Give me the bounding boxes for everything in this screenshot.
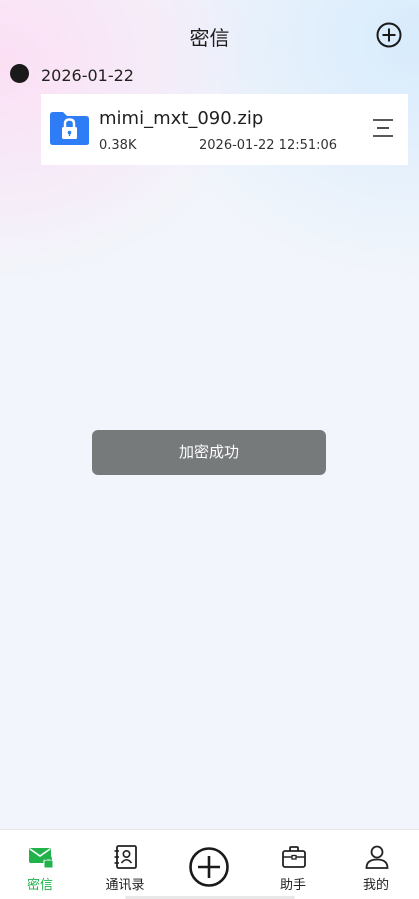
tab-me[interactable]: 我的	[341, 830, 411, 899]
tab-label: 通讯录	[105, 878, 145, 893]
bottom-tab-bar: 密信 通讯录 助手 我的	[0, 829, 419, 899]
contacts-icon	[114, 845, 137, 869]
tab-mixin[interactable]: 密信	[5, 830, 75, 899]
file-name: mimi_mxt_090.zip	[99, 108, 264, 129]
add-circle-icon[interactable]	[376, 22, 402, 48]
file-size: 0.38K	[99, 138, 137, 153]
page-title: 密信	[189, 26, 230, 50]
file-timestamp: 2026-01-22 12:51:06	[199, 138, 338, 153]
toast-message: 加密成功	[92, 430, 326, 475]
mail-lock-icon	[29, 848, 54, 869]
tab-label: 我的	[362, 878, 389, 893]
tab-contacts[interactable]: 通讯录	[90, 830, 160, 899]
tab-label: 密信	[26, 878, 53, 893]
tab-label: 助手	[279, 878, 306, 893]
briefcase-icon	[282, 846, 306, 868]
file-list-item[interactable]: mimi_mxt_090.zip 0.38K 2026-01-22 12:51:…	[41, 94, 408, 165]
plus-circle-icon[interactable]	[188, 846, 230, 888]
app-header: 密信	[0, 16, 419, 56]
locked-folder-icon	[50, 112, 89, 145]
menu-icon[interactable]	[372, 118, 394, 138]
date-label: 2026-01-22	[41, 66, 134, 85]
tab-assistant[interactable]: 助手	[258, 830, 328, 899]
person-icon	[365, 845, 389, 869]
timeline-dot	[10, 64, 29, 83]
